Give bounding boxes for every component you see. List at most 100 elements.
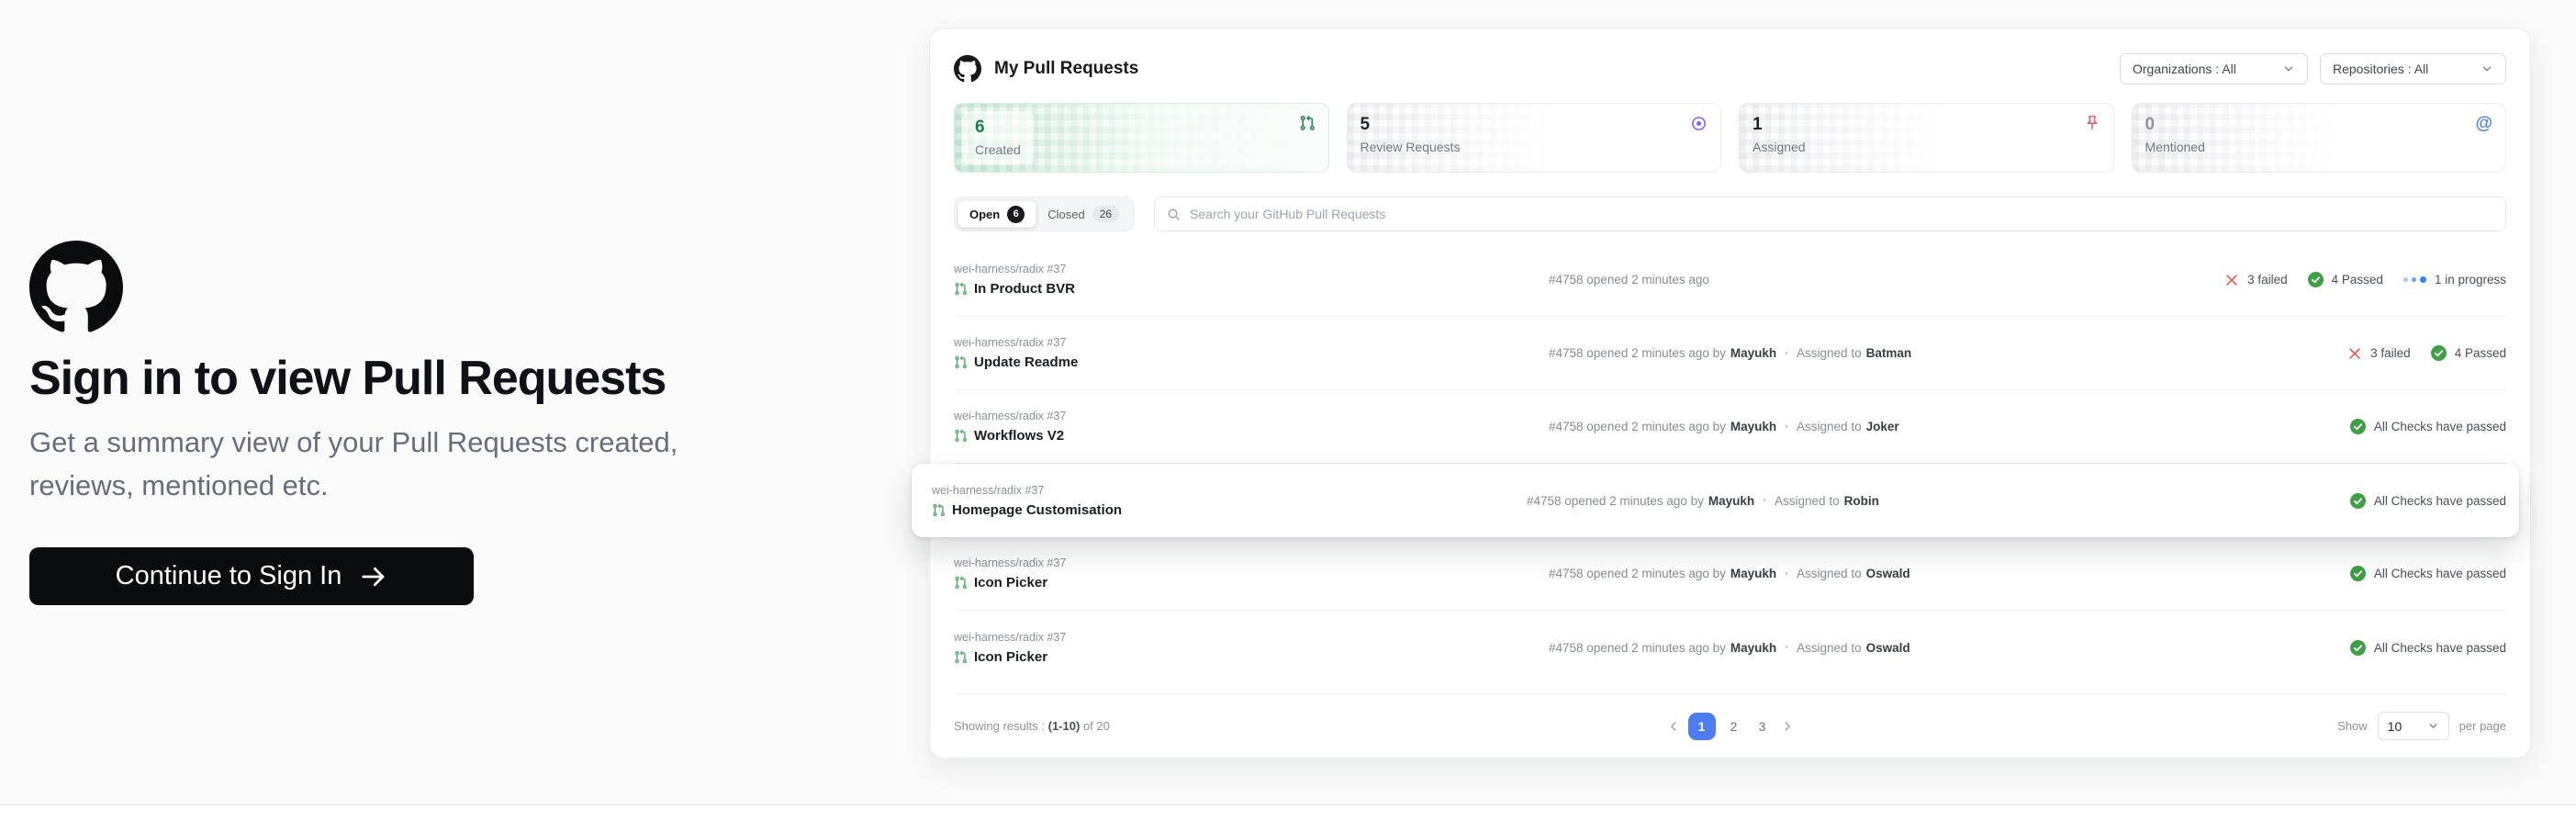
pr-meta: #4758 opened 2 minutes ago by Mayukh • A… xyxy=(1549,641,2350,655)
check-circle-icon xyxy=(2431,345,2447,361)
per-page-label: per page xyxy=(2459,719,2506,733)
pr-row-icon-picker-1[interactable]: wei-harness/radix #37 Icon Picker #4758 … xyxy=(954,537,2506,611)
pr-title[interactable]: Homepage Customisation xyxy=(952,502,1122,518)
signin-description: Get a summary view of your Pull Requests… xyxy=(29,421,892,507)
signin-description-line1: Get a summary view of your Pull Requests… xyxy=(29,421,892,464)
open-count-badge: 6 xyxy=(1007,206,1025,223)
checks-passed: 4 Passed xyxy=(2308,272,2383,287)
checks-all-passed: All Checks have passed xyxy=(2350,419,2506,434)
checks-all-passed: All Checks have passed xyxy=(2350,493,2506,509)
repositories-filter-label: Repositories : All xyxy=(2333,62,2428,76)
open-closed-tabs: Open 6 Closed 26 xyxy=(954,197,1134,231)
show-label: Show xyxy=(2337,719,2368,733)
stat-created-value: 6 xyxy=(975,118,1021,138)
per-page-select[interactable]: 10 xyxy=(2378,712,2449,740)
pr-title[interactable]: In Product BVR xyxy=(974,281,1075,297)
checks-all-passed: All Checks have passed xyxy=(2350,566,2506,581)
pr-checks: 3 failed 4 Passed 1 in progress xyxy=(2224,272,2506,287)
tab-closed-label: Closed xyxy=(1047,208,1084,221)
pr-meta: #4758 opened 2 minutes ago xyxy=(1549,273,2224,287)
organizations-filter-label: Organizations : All xyxy=(2133,62,2236,76)
stat-card-created[interactable]: 6 Created xyxy=(954,103,1329,173)
pr-title[interactable]: Update Readme xyxy=(974,354,1078,370)
pr-checks: All Checks have passed xyxy=(2350,640,2506,656)
stat-review-label: Review Requests xyxy=(1361,140,1461,154)
in-progress-dots-icon xyxy=(2403,276,2426,283)
checks-passed: 4 Passed xyxy=(2431,345,2506,361)
pr-title[interactable]: Icon Picker xyxy=(974,575,1047,590)
x-failed-icon xyxy=(2347,346,2362,361)
stat-created-chip: 6 Created xyxy=(962,111,1034,164)
pr-checks: All Checks have passed xyxy=(2350,419,2506,434)
pr-row-workflows-v2[interactable]: wei-harness/radix #37 Workflows V2 #4758… xyxy=(954,390,2506,464)
check-circle-icon xyxy=(2350,493,2366,509)
pr-repo: wei-harness/radix #37 xyxy=(954,410,1549,422)
pull-request-icon xyxy=(954,282,968,296)
eye-icon xyxy=(1690,115,1708,132)
github-logo-icon xyxy=(29,241,123,334)
panel-title: My Pull Requests xyxy=(994,59,1138,79)
pr-meta: #4758 opened 2 minutes ago by Mayukh • A… xyxy=(1527,494,2350,508)
page-button-1[interactable]: 1 xyxy=(1688,713,1716,740)
pr-author: Mayukh xyxy=(1708,494,1754,508)
search-input[interactable] xyxy=(1190,207,2493,221)
pr-meta: #4758 opened 2 minutes ago by Mayukh • A… xyxy=(1549,346,2347,360)
check-circle-icon xyxy=(2350,566,2366,581)
page-button-2[interactable]: 2 xyxy=(1724,713,1744,740)
chevron-down-icon xyxy=(2481,62,2493,75)
pr-row-homepage-customisation[interactable]: wei-harness/radix #37 Homepage Customisa… xyxy=(912,464,2519,537)
page-button-3[interactable]: 3 xyxy=(1753,713,1773,740)
stat-card-mentioned[interactable]: 0 Mentioned @ xyxy=(2132,103,2507,173)
tab-open-label: Open xyxy=(969,208,1000,221)
pull-request-icon xyxy=(954,650,968,664)
checks-all-passed: All Checks have passed xyxy=(2350,640,2506,656)
search-box xyxy=(1154,197,2506,231)
stat-mentioned-value: 0 xyxy=(2145,115,2205,135)
continue-sign-in-button[interactable]: Continue to Sign In xyxy=(29,547,474,605)
panel-header: My Pull Requests Organizations : All Rep… xyxy=(954,51,2506,87)
continue-sign-in-label: Continue to Sign In xyxy=(116,561,342,591)
tab-closed[interactable]: Closed 26 xyxy=(1036,200,1130,228)
pr-row-icon-picker-2[interactable]: wei-harness/radix #37 Icon Picker #4758 … xyxy=(954,611,2506,684)
mention-icon: @ xyxy=(2475,115,2492,132)
checks-failed: 3 failed xyxy=(2347,346,2411,361)
pr-author: Mayukh xyxy=(1730,346,1776,360)
pr-row-in-product-bvr[interactable]: wei-harness/radix #37 In Product BVR #47… xyxy=(954,243,2506,317)
pr-meta: #4758 opened 2 minutes ago by Mayukh • A… xyxy=(1549,567,2350,580)
stat-assigned-value: 1 xyxy=(1753,115,1806,135)
pr-checks: All Checks have passed xyxy=(2350,566,2506,581)
results-summary: Showing results : (1-10) of 20 xyxy=(954,719,1110,733)
my-pull-requests-panel: My Pull Requests Organizations : All Rep… xyxy=(929,28,2531,759)
search-icon xyxy=(1167,208,1181,221)
pr-title[interactable]: Icon Picker xyxy=(974,649,1047,665)
per-page-value: 10 xyxy=(2388,719,2402,734)
pr-title[interactable]: Workflows V2 xyxy=(974,428,1064,444)
stat-card-review-requests[interactable]: 5 Review Requests xyxy=(1347,103,1722,173)
tab-open[interactable]: Open 6 xyxy=(958,200,1036,228)
organizations-filter-dropdown[interactable]: Organizations : All xyxy=(2120,53,2308,84)
stat-created-label: Created xyxy=(975,142,1021,157)
pull-request-icon xyxy=(954,429,968,443)
pagination: 1 2 3 xyxy=(1667,713,1794,740)
pr-assignee: Robin xyxy=(1844,494,1879,508)
pr-author: Mayukh xyxy=(1730,641,1776,655)
pr-author: Mayukh xyxy=(1730,567,1776,580)
pull-request-icon xyxy=(1299,115,1316,131)
chevron-left-icon[interactable] xyxy=(1667,720,1680,733)
check-circle-icon xyxy=(2350,419,2366,434)
stat-card-assigned[interactable]: 1 Assigned xyxy=(1739,103,2114,173)
pr-checks: All Checks have passed xyxy=(2350,493,2506,509)
page-bottom-strip xyxy=(0,804,2576,821)
pr-assignee: Oswald xyxy=(1866,641,1910,655)
stat-review-value: 5 xyxy=(1361,115,1461,135)
pr-row-update-readme[interactable]: wei-harness/radix #37 Update Readme #475… xyxy=(954,317,2506,390)
stat-mentioned-label: Mentioned xyxy=(2145,140,2205,154)
repositories-filter-dropdown[interactable]: Repositories : All xyxy=(2320,53,2506,84)
checks-in-progress: 1 in progress xyxy=(2403,273,2506,287)
chevron-right-icon[interactable] xyxy=(1781,720,1794,733)
signin-description-line2: reviews, mentioned etc. xyxy=(29,464,892,507)
signin-section: Sign in to view Pull Requests Get a summ… xyxy=(29,241,892,605)
pin-icon xyxy=(2084,115,2100,131)
pr-assignee: Batman xyxy=(1866,346,1912,360)
pr-checks: 3 failed 4 Passed xyxy=(2347,345,2506,361)
